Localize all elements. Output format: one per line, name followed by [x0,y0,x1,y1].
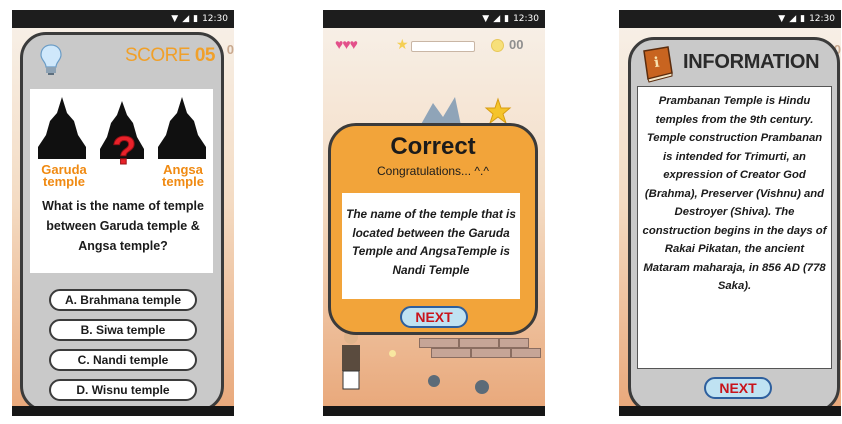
clock: 12:30 [202,14,228,24]
clock: 12:30 [513,14,539,24]
information-title: INFORMATION [683,51,820,73]
battery-icon: ▮ [800,14,806,24]
nav-bar [323,406,545,416]
gear-decoration-icon [428,375,440,387]
status-bar: ▼ ◢ ▮ 12:30 [12,10,234,28]
correct-dialog: Correct Congratulations... ^.^ The name … [328,123,538,335]
information-card: i INFORMATION Prambanan Temple is Hindu … [628,37,840,413]
gear-decoration-icon [475,380,489,394]
book-icon: i [643,46,673,83]
status-bar: ▼ ◢ ▮ 12:30 [619,10,841,28]
answer-panel: The name of the temple that is located b… [342,193,520,299]
score-display: SCORE 05 [125,45,216,67]
option-d-button[interactable]: D. Wisnu temple [49,379,197,401]
next-button[interactable]: NEXT [400,306,468,328]
next-button[interactable]: NEXT [704,377,772,399]
option-c-button[interactable]: C. Nandi temple [49,349,197,371]
coin-count: 00 [509,37,524,52]
congratulations-text: Congratulations... ^.^ [377,164,489,178]
wifi-icon: ▼ [482,14,490,24]
wifi-icon: ▼ [778,14,786,24]
wall-brick [419,338,459,348]
score-value: 05 [194,45,216,66]
question-mark: ? [111,129,137,174]
bg-score-digit: 0 [226,42,234,57]
score-label: SCORE [125,45,191,66]
wifi-icon: ▼ [171,14,179,24]
battery-icon: ▮ [504,14,510,24]
quiz-card: SCORE 05 ? Garuda temple Angsa temple Wh… [20,32,224,412]
coin-icon [491,39,504,52]
angsa-label: Angsa temple [162,162,204,189]
correct-screen: ▼ ◢ ▮ 12:30 ♥♥♥ ★ 00 Correct Congratulat… [323,10,545,416]
option-a-button[interactable]: A. Brahmana temple [49,289,197,311]
battery-icon: ▮ [193,14,199,24]
lives-hearts: ♥♥♥ [335,36,358,52]
wall-brick [431,348,471,358]
information-panel: Prambanan Temple is Hindu temples from t… [637,86,832,369]
option-b-button[interactable]: B. Siwa temple [49,319,197,341]
information-text: Prambanan Temple is Hindu temples from t… [642,95,827,292]
wall-brick [459,338,499,348]
garuda-label: Garuda temple [41,162,87,189]
signal-icon: ◢ [789,14,797,24]
glow-dot [389,350,396,357]
question-panel: ? Garuda temple Angsa temple What is the… [30,89,213,273]
nav-bar [619,406,841,416]
correct-title: Correct [390,133,476,160]
signal-icon: ◢ [493,14,501,24]
clock: 12:30 [809,14,835,24]
question-text: What is the name of temple between Garud… [42,199,204,253]
quiz-screen: ▼ ◢ ▮ 12:30 0 SCORE 05 ? Garuda temple A… [12,10,234,416]
character-figure [342,330,360,390]
signal-icon: ◢ [182,14,190,24]
progress-bar [411,41,475,52]
lightbulb-icon[interactable] [40,44,62,76]
information-screen: ▼ ◢ ▮ 12:30 0 i INFORMATION Prambanan Te… [619,10,841,416]
star-icon: ★ [396,36,409,52]
wall-brick [499,338,529,348]
wall-brick [471,348,511,358]
nav-bar [12,406,234,416]
status-bar: ▼ ◢ ▮ 12:30 [323,10,545,28]
wall-brick [511,348,541,358]
answer-message: The name of the temple that is located b… [346,207,516,277]
